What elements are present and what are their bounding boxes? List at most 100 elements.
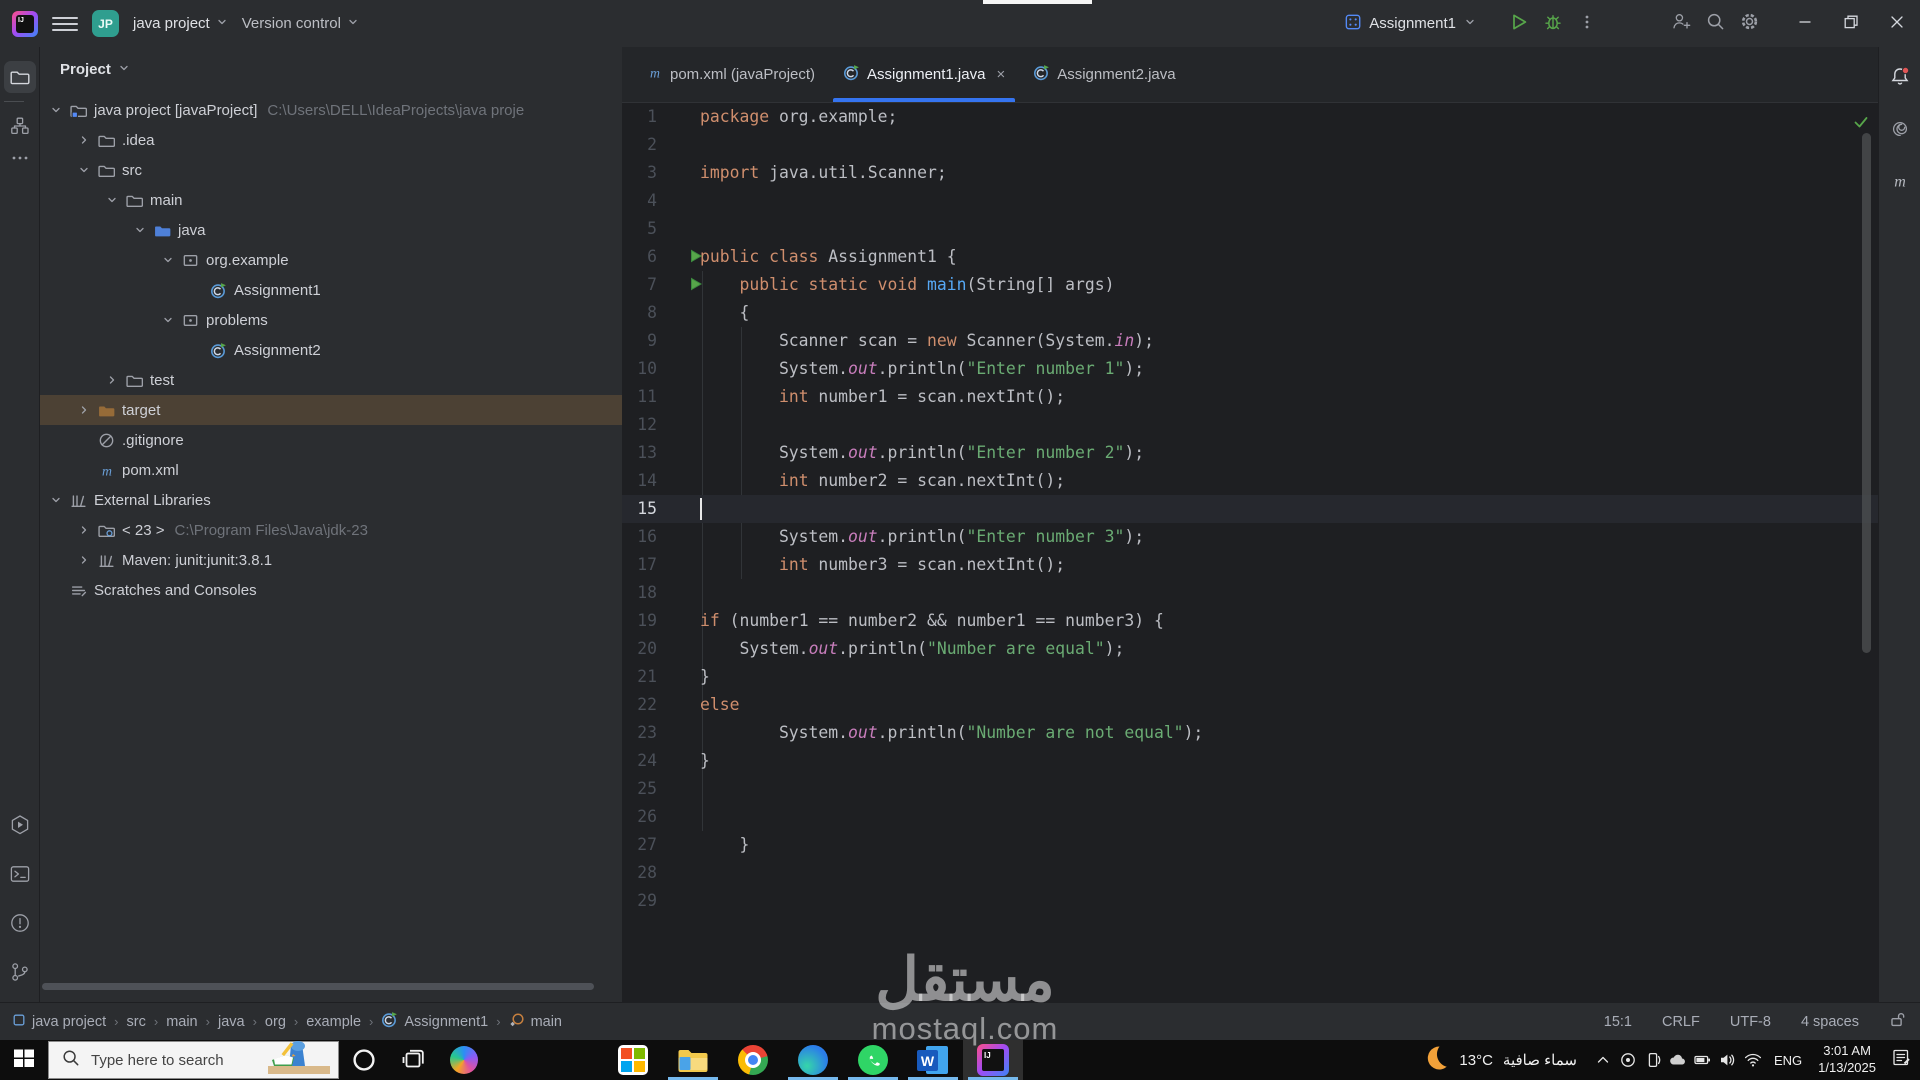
code-line-22[interactable]: 22 else xyxy=(622,691,1878,719)
code-with-me-button[interactable] xyxy=(1664,7,1698,41)
code-line-5[interactable]: 5 xyxy=(622,215,1878,243)
start-button[interactable] xyxy=(0,1040,48,1080)
code-line-2[interactable]: 2 xyxy=(622,131,1878,159)
tree-item-test[interactable]: test xyxy=(40,365,622,395)
task-view-icon[interactable] xyxy=(389,1040,439,1080)
close-tab-icon[interactable]: × xyxy=(996,66,1005,83)
code-line-29[interactable]: 29 xyxy=(622,887,1878,915)
line-number[interactable]: 17 xyxy=(622,551,657,579)
line-number[interactable]: 27 xyxy=(622,831,657,859)
tree-item-gitignore[interactable]: .gitignore xyxy=(40,425,622,455)
line-number[interactable]: 1 xyxy=(622,103,657,131)
tree-item-scratches-and-consoles[interactable]: Scratches and Consoles xyxy=(40,575,622,605)
ai-assistant-icon[interactable] xyxy=(1884,113,1916,145)
line-number[interactable]: 23 xyxy=(622,719,657,747)
code-line-3[interactable]: 3 import java.util.Scanner; xyxy=(622,159,1878,187)
line-number[interactable]: 11 xyxy=(622,383,657,411)
taskbar-word-icon[interactable]: W xyxy=(903,1040,963,1080)
code-line-8[interactable]: 8 { xyxy=(622,299,1878,327)
line-number[interactable]: 14 xyxy=(622,467,657,495)
copilot-icon[interactable] xyxy=(439,1040,489,1080)
code-line-7[interactable]: 7 public static void main(String[] args) xyxy=(622,271,1878,299)
line-number[interactable]: 10 xyxy=(622,355,657,383)
line-number[interactable]: 2 xyxy=(622,131,657,159)
code-line-25[interactable]: 25 xyxy=(622,775,1878,803)
taskbar-edge-icon[interactable] xyxy=(783,1040,843,1080)
line-number[interactable]: 28 xyxy=(622,859,657,887)
run-button[interactable] xyxy=(1502,7,1536,41)
line-number[interactable]: 22 xyxy=(622,691,657,719)
chevron-down-icon[interactable] xyxy=(158,254,178,266)
code-line-21[interactable]: 21} xyxy=(622,663,1878,691)
taskbar-intellij-idea-icon[interactable]: IJ xyxy=(963,1040,1023,1080)
structure-tool-icon[interactable] xyxy=(4,110,36,142)
status-4-spaces[interactable]: 4 spaces xyxy=(1801,1014,1859,1030)
more-tool-windows-icon[interactable] xyxy=(4,142,36,174)
editor-scrollbar[interactable] xyxy=(1862,133,1871,653)
speaker-icon[interactable] xyxy=(1716,1040,1741,1080)
code-line-24[interactable]: 24} xyxy=(622,747,1878,775)
chevron-right-icon[interactable] xyxy=(102,374,122,386)
tree-item-java[interactable]: java xyxy=(40,215,622,245)
code-line-15[interactable]: 15 xyxy=(622,495,1878,523)
chevron-down-icon[interactable] xyxy=(130,224,150,236)
code-line-1[interactable]: 1 package org.example; xyxy=(622,103,1878,131)
code-line-26[interactable]: 26 xyxy=(622,803,1878,831)
run-configuration-selector[interactable]: Assignment1 xyxy=(1344,13,1476,34)
code-line-6[interactable]: 6 public class Assignment1 { xyxy=(622,243,1878,271)
code-line-19[interactable]: 19 if (number1 == number2 && number1 == n… xyxy=(622,607,1878,635)
main-menu-icon[interactable] xyxy=(52,11,78,37)
search-everywhere-button[interactable] xyxy=(1698,7,1732,41)
line-number[interactable]: 24 xyxy=(622,747,657,775)
breadcrumb-java[interactable]: java xyxy=(218,1014,245,1030)
line-number[interactable]: 18 xyxy=(622,579,657,607)
chevron-right-icon[interactable] xyxy=(74,404,94,416)
tree-item-target[interactable]: target xyxy=(40,395,622,425)
line-number[interactable]: 12 xyxy=(622,411,657,439)
code-line-23[interactable]: 23 System.out.println("Number are not eq… xyxy=(622,719,1878,747)
maven-panel-icon[interactable]: m xyxy=(1884,165,1916,197)
status-utf-8[interactable]: UTF-8 xyxy=(1730,1014,1771,1030)
code-line-9[interactable]: 9 Scanner scan = new Scanner(System.in); xyxy=(622,327,1878,355)
wifi-icon[interactable] xyxy=(1741,1040,1766,1080)
breadcrumb-java-project[interactable]: java project xyxy=(12,1013,106,1031)
line-number[interactable]: 29 xyxy=(622,887,657,915)
tree-item-assignment2[interactable]: Assignment2 xyxy=(40,335,622,365)
tab-assignment2-java[interactable]: Assignment2.java xyxy=(1019,47,1189,102)
chevron-right-icon[interactable] xyxy=(74,524,94,536)
line-number[interactable]: 15 xyxy=(622,495,657,523)
settings-button[interactable] xyxy=(1732,7,1766,41)
project-selector[interactable]: java project xyxy=(133,15,228,32)
action-center-button[interactable] xyxy=(1884,1040,1920,1080)
line-number[interactable]: 7 xyxy=(622,271,657,299)
chevron-right-icon[interactable] xyxy=(74,554,94,566)
debug-button[interactable] xyxy=(1536,7,1570,41)
taskbar-chrome-icon[interactable] xyxy=(723,1040,783,1080)
battery-icon[interactable] xyxy=(1691,1040,1716,1080)
code-line-10[interactable]: 10 System.out.println("Enter number 1"); xyxy=(622,355,1878,383)
breadcrumb-main[interactable]: main xyxy=(509,1012,562,1032)
cloud-icon[interactable] xyxy=(1666,1040,1691,1080)
project-panel-header[interactable]: Project xyxy=(40,47,622,91)
line-number[interactable]: 13 xyxy=(622,439,657,467)
version-control-menu[interactable]: Version control xyxy=(242,15,359,32)
tab-pom-xml-javaproject[interactable]: m pom.xml (javaProject) xyxy=(632,47,829,102)
code-line-4[interactable]: 4 xyxy=(622,187,1878,215)
code-line-18[interactable]: 18 xyxy=(622,579,1878,607)
tree-item-maven-junit-junit-3-8-1[interactable]: Maven: junit:junit:3.8.1 xyxy=(40,545,622,575)
tree-item-main[interactable]: main xyxy=(40,185,622,215)
code-line-16[interactable]: 16 System.out.println("Enter number 3"); xyxy=(622,523,1878,551)
chevron-up-icon[interactable] xyxy=(1591,1040,1616,1080)
tab-assignment1-java[interactable]: Assignment1.java × xyxy=(829,47,1019,102)
terminal-tool-icon[interactable] xyxy=(4,858,36,890)
code-line-28[interactable]: 28 xyxy=(622,859,1878,887)
taskbar-file-explorer-icon[interactable] xyxy=(663,1040,723,1080)
line-number[interactable]: 3 xyxy=(622,159,657,187)
project-tool-icon[interactable] xyxy=(3,61,36,93)
close-button[interactable] xyxy=(1874,0,1920,47)
chevron-down-icon[interactable] xyxy=(46,104,66,116)
chevron-down-icon[interactable] xyxy=(74,164,94,176)
inspections-ok-icon[interactable] xyxy=(1852,113,1870,135)
breadcrumb-assignment1[interactable]: Assignment1 xyxy=(381,1011,488,1032)
clock[interactable]: 3:01 AM 1/13/2025 xyxy=(1810,1043,1884,1077)
